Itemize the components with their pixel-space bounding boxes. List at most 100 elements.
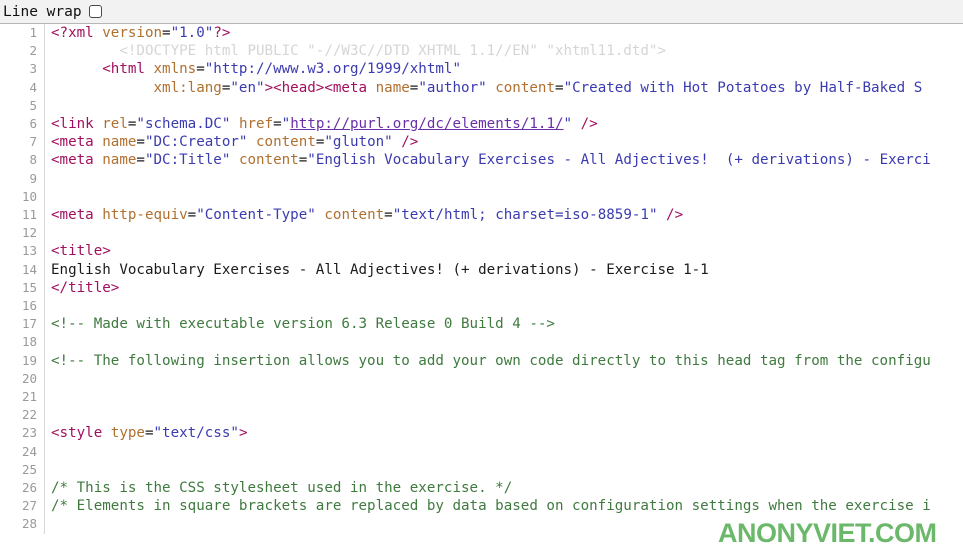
code-token: /* This is the CSS stylesheet used in th… [51, 480, 513, 497]
code-token: = [136, 134, 145, 151]
line-number: 3 [0, 60, 45, 79]
code-token: <!-- The following insertion allows you … [51, 352, 931, 369]
code-line-content[interactable] [45, 515, 963, 533]
code-line-content[interactable] [45, 170, 963, 188]
code-line: 6 <link rel="schema.DC" href="http://purl… [0, 115, 963, 134]
code-line: 9 [0, 169, 963, 188]
line-number: 13 [0, 242, 45, 261]
code-line-content[interactable]: <!-- Made with executable version 6.3 Re… [45, 315, 963, 333]
code-token: "Created with Hot Potatoes by Half-Baked… [563, 79, 923, 96]
code-line-content[interactable]: <!-- The following insertion allows you … [45, 352, 963, 370]
code-token: "text/css" [153, 425, 239, 442]
line-number: 1 [0, 24, 45, 43]
code-token: <meta [51, 152, 103, 169]
code-line-content[interactable] [45, 443, 963, 461]
code-line-content[interactable] [45, 388, 963, 406]
code-token: "1.0" [170, 25, 214, 41]
code-token: = [144, 425, 154, 442]
code-line-content[interactable]: English Vocabulary Exercises - All Adjec… [45, 261, 963, 279]
code-line: 28 [0, 515, 963, 534]
code-line-content[interactable] [45, 406, 963, 424]
code-token: /> [572, 116, 598, 133]
line-number: 2 [0, 42, 45, 61]
code-token: http-equiv [102, 207, 188, 224]
line-number: 15 [0, 278, 45, 298]
code-token: "DC:Creator" [144, 134, 248, 151]
line-number: 8 [0, 151, 45, 170]
code-line-content[interactable] [45, 297, 963, 315]
line-wrap-checkbox[interactable] [88, 5, 102, 18]
code-line: 12 [0, 224, 963, 243]
code-table: 1 <?xml version="1.0"?> 2 <!DOCTYPE html P… [0, 24, 963, 534]
code-scroll-area[interactable]: 1 <?xml version="1.0"?> 2 <!DOCTYPE html P… [0, 24, 963, 550]
code-line-content[interactable]: /* This is the CSS stylesheet used in th… [45, 479, 963, 497]
code-token: name [375, 79, 410, 96]
code-token: ?> [213, 25, 231, 41]
code-token: "author" [418, 79, 487, 96]
line-number: 17 [0, 315, 45, 334]
code-line-content[interactable]: <?xml version="1.0"?> [45, 24, 963, 42]
code-token: ><head><meta [264, 79, 376, 96]
code-token: /> [657, 207, 684, 224]
code-line: 24 [0, 442, 963, 461]
code-token: content [238, 152, 299, 169]
code-token: = [187, 207, 197, 224]
code-line: 26 /* This is the CSS stylesheet used in … [0, 479, 963, 498]
code-line-content[interactable] [45, 224, 963, 242]
line-number: 22 [0, 406, 45, 425]
code-token: <!-- Made with executable version 6.3 Re… [51, 316, 555, 333]
code-line-content[interactable]: <link rel="schema.DC" href="http://purl.… [45, 115, 963, 133]
line-number: 9 [0, 169, 45, 188]
code-token: rel [102, 116, 128, 133]
code-line-content[interactable]: </title> [45, 279, 963, 297]
code-line: 1 <?xml version="1.0"?> [0, 24, 963, 43]
code-line-content[interactable]: <!DOCTYPE html PUBLIC "-//W3C//DTD XHTML… [45, 42, 963, 60]
code-token: version [102, 25, 163, 41]
code-line-content[interactable]: xml:lang="en"><head><meta name="author" … [45, 79, 963, 97]
line-number: 21 [0, 388, 45, 407]
code-token: <title> [51, 243, 111, 260]
code-line: 22 [0, 406, 963, 425]
code-token: "http://www.w3.org/1999/xhtml" [204, 61, 462, 78]
code-token: </title> [51, 279, 120, 296]
line-number: 10 [0, 187, 45, 207]
line-number: 12 [0, 224, 45, 243]
code-token: content [495, 79, 556, 96]
code-line-content[interactable]: <meta name="DC:Title" content="English V… [45, 151, 963, 169]
code-token: "English Vocabulary Exercises - All Adje… [307, 152, 931, 169]
code-line-content[interactable]: /* Elements in square brackets are repla… [45, 497, 963, 515]
line-number: 18 [0, 333, 45, 352]
code-line: 20 [0, 369, 963, 389]
line-number: 25 [0, 460, 45, 480]
code-token: = [384, 207, 393, 224]
code-line: 19 <!-- The following insertion allows yo… [0, 351, 963, 370]
code-line-content[interactable]: <title> [45, 242, 963, 260]
code-line-content[interactable] [45, 333, 963, 351]
code-token: = [162, 25, 171, 41]
code-token: <html [102, 61, 154, 78]
code-line: 25 [0, 460, 963, 480]
code-line-content[interactable]: <meta http-equiv="Content-Type" content=… [45, 206, 963, 224]
code-token: = [555, 79, 564, 96]
code-line-content[interactable] [45, 370, 963, 388]
code-line-content[interactable]: <html xmlns="http://www.w3.org/1999/xhtm… [45, 60, 963, 78]
code-token: = [136, 152, 145, 169]
code-link[interactable]: http://purl.org/dc/elements/1.1/ [290, 116, 563, 132]
code-line-content[interactable] [45, 97, 963, 115]
code-line: 21 [0, 388, 963, 407]
source-code-viewer: Line wrap 1 <?xml version="1.0"?> 2 <!DOCT… [0, 0, 963, 550]
code-token: xmlns [153, 61, 197, 78]
code-token: = [196, 61, 205, 78]
code-line-content[interactable]: <style type="text/css"> [45, 424, 963, 442]
code-token: "schema.DC" [136, 116, 231, 133]
line-number: 14 [0, 260, 45, 279]
code-line-content[interactable] [45, 461, 963, 479]
code-token: " [281, 116, 291, 133]
code-line-content[interactable]: <meta name="DC:Creator" content="gluton"… [45, 133, 963, 151]
code-line-content[interactable] [45, 188, 963, 206]
line-wrap-label: Line wrap [3, 3, 82, 20]
line-number: 7 [0, 133, 45, 152]
